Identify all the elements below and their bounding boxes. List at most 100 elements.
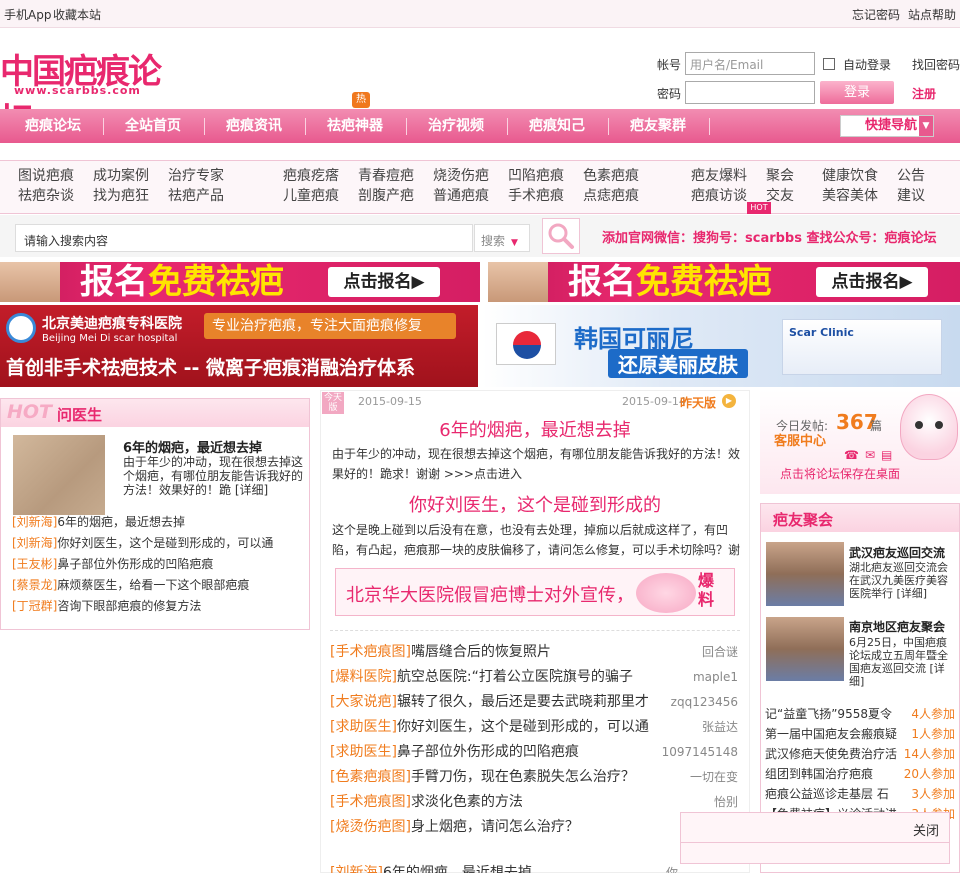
signup-text[interactable]: 第一届中国疤友会瘢痕疑 xyxy=(765,727,897,741)
nav-item-forum[interactable]: 疤痕论坛 xyxy=(10,109,96,143)
alert-banner[interactable]: 北京华大医院假冒疤博士对外宣传， 爆料 xyxy=(335,568,735,616)
thread-title[interactable]: 求淡化色素的方法 xyxy=(411,794,523,810)
doctor-tag[interactable]: [蔡景龙] xyxy=(12,578,57,592)
nav-item-friends[interactable]: 疤痕知己 xyxy=(514,109,600,143)
meetup-event-title[interactable]: 南京地区疤友聚会 xyxy=(849,618,957,635)
thread-tag[interactable]: [手术疤痕图] xyxy=(330,794,411,810)
thread-title[interactable]: 鼻子部位外伤形成的凹陷疤痕 xyxy=(397,744,579,760)
list-item[interactable]: 组团到韩国治疗疤痕 20人参加 xyxy=(765,764,957,784)
thread-author[interactable]: maple1 xyxy=(693,665,738,690)
bookmark-link[interactable]: 收藏本站 xyxy=(53,6,101,23)
thread-author[interactable]: 你 xyxy=(666,862,678,873)
question-featured-title[interactable]: 6年的烟疤，最近想去掉 xyxy=(123,437,303,456)
cat-link[interactable]: 健康饮食 xyxy=(822,166,892,186)
list-item[interactable]: [丁冠群]咨询下眼部疤痕的修复方法 xyxy=(12,596,302,617)
thread-title[interactable]: 手臂刀伤，现在色素脱失怎么治疗？ xyxy=(411,769,635,785)
cat-link[interactable]: 治疗专家 xyxy=(168,166,238,186)
question-text[interactable]: 6年的烟疤，最近想去掉 xyxy=(57,515,185,529)
table-row[interactable]: [求助医生]你好刘医生，这个是碰到形成的，可以通 张益达 xyxy=(330,715,740,740)
table-row[interactable]: [大家说疤]辗转了很久，最后还是要去武晓莉那里才 zqq123456 xyxy=(330,690,740,715)
signup-cta-button[interactable]: 点击报名▶ xyxy=(816,267,928,297)
list-item[interactable]: 疤痕公益巡诊走基层 石 3人参加 xyxy=(765,784,957,804)
search-type-select[interactable]: 搜索 ▼ xyxy=(474,224,530,252)
list-item[interactable]: 记“益童飞扬”9558夏令 4人参加 xyxy=(765,704,957,724)
cat-link[interactable]: 烧烫伤疤 xyxy=(433,166,503,186)
thread-author[interactable]: 1097145148 xyxy=(662,740,738,765)
thread-tag[interactable]: [爆料医院] xyxy=(330,669,397,685)
thread-title[interactable]: 嘴唇缝合后的恢复照片 xyxy=(411,644,551,660)
list-item[interactable]: [刘新海]你好刘医生，这个是碰到形成的，可以通 xyxy=(12,533,302,554)
meidi-hospital-banner[interactable]: 北京美迪疤痕专科医院 Beijing Mei Di scar hospital … xyxy=(0,305,478,387)
table-row[interactable]: [爆料医院]航空总医院:“打着公立医院旗号的骗子 maple1 xyxy=(330,665,740,690)
thread-tag[interactable]: [刘新海] xyxy=(330,865,383,873)
table-row[interactable]: [手术疤痕图]求淡化色素的方法 怡别 xyxy=(330,790,740,815)
quick-nav-dropdown[interactable]: 快捷导航 ▼ xyxy=(840,115,934,137)
cat-link[interactable]: 手术疤痕 xyxy=(508,186,578,206)
site-logo[interactable]: 中国疤痕论坛 www.scarbbs.com xyxy=(0,44,175,141)
signup-cta-button[interactable]: 点击报名▶ xyxy=(328,267,440,297)
thread-author[interactable]: 回合谜 xyxy=(702,640,738,665)
register-link[interactable]: 注册 xyxy=(912,85,936,102)
cat-link[interactable]: 疤友爆料 xyxy=(691,166,761,186)
thread-tag[interactable]: [烧烫伤疤图] xyxy=(330,819,411,835)
cat-link[interactable]: 凹陷疤痕 xyxy=(508,166,578,186)
mobile-app-link[interactable]: 手机App xyxy=(4,6,51,23)
service-center-link[interactable]: 客服中心 xyxy=(774,430,826,449)
cat-link[interactable]: 疤痕疙瘩 xyxy=(283,166,353,186)
cat-link[interactable]: 祛疤杂谈 xyxy=(18,186,88,206)
cat-link[interactable]: 找为疤狂 xyxy=(93,186,163,206)
signup-text[interactable]: 记“益童飞扬”9558夏令 xyxy=(765,707,892,721)
save-desktop-link[interactable]: 点击将论坛保存在桌面 xyxy=(780,465,900,482)
cat-link[interactable]: 色素疤痕 xyxy=(583,166,653,186)
list-item[interactable]: [刘新海]6年的烟疤，最近想去掉 xyxy=(12,512,302,533)
auto-login-checkbox[interactable] xyxy=(823,58,835,70)
forgot-password-link[interactable]: 忘记密码 xyxy=(852,6,900,23)
thread-author[interactable]: 一切在变 xyxy=(690,765,738,790)
cat-link[interactable]: 点痣疤痕 xyxy=(583,186,653,206)
doctor-tag[interactable]: [丁冠群] xyxy=(12,599,57,613)
yesterday-link[interactable]: 昨天版 xyxy=(680,394,716,411)
signup-banner-right[interactable]: 报名免费祛疤 点击报名▶ xyxy=(488,262,960,302)
featured-post-2-title[interactable]: 你好刘医生，这个是碰到形成的 xyxy=(320,491,750,517)
nav-item-tools[interactable]: 祛疤神器 xyxy=(312,109,398,143)
signup-text[interactable]: 疤痕公益巡诊走基层 石 xyxy=(765,787,889,801)
thread-title[interactable]: 身上烟疤，请问怎么治疗？ xyxy=(411,819,579,835)
meetup-photo[interactable] xyxy=(766,617,844,681)
cat-link[interactable]: 成功案例 xyxy=(93,166,163,186)
cat-link[interactable]: 美容美体 xyxy=(822,186,892,206)
table-row[interactable]: [色素疤痕图]手臂刀伤，现在色素脱失怎么治疗？ 一切在变 xyxy=(330,765,740,790)
thread-author[interactable]: zqq123456 xyxy=(671,690,738,715)
password-input[interactable] xyxy=(685,81,815,104)
cat-link[interactable]: 聚会 xyxy=(766,166,816,186)
popup-close-button[interactable]: 关闭 xyxy=(913,820,939,839)
account-input[interactable]: 用户名/Email xyxy=(685,52,815,75)
cat-link[interactable]: 公告 xyxy=(897,166,957,186)
thread-tag[interactable]: [手术疤痕图] xyxy=(330,644,411,660)
nav-item-groups[interactable]: 疤友聚群 xyxy=(615,109,701,143)
search-button[interactable] xyxy=(542,218,580,254)
help-link[interactable]: 站点帮助 xyxy=(908,6,956,23)
cat-link[interactable]: 图说疤痕 xyxy=(18,166,88,186)
list-item[interactable]: [蔡景龙]麻烦蔡医生，给看一下这个眼部疤痕 xyxy=(12,575,302,596)
thread-author[interactable]: 张益达 xyxy=(702,715,738,740)
nav-item-news[interactable]: 疤痕资讯 xyxy=(211,109,297,143)
table-row[interactable]: [手术疤痕图]嘴唇缝合后的恢复照片 回合谜 xyxy=(330,640,740,665)
question-text[interactable]: 咨询下眼部疤痕的修复方法 xyxy=(57,599,201,613)
thread-title[interactable]: 6年的烟疤，最近想去掉 xyxy=(383,865,532,873)
thread-tag[interactable]: [求助医生] xyxy=(330,744,397,760)
cat-link[interactable]: 剖腹产疤 xyxy=(358,186,428,206)
cat-link[interactable]: 祛疤产品 xyxy=(168,186,238,206)
signup-text[interactable]: 组团到韩国治疗疤痕 xyxy=(765,767,873,781)
list-item[interactable]: [王友彬]鼻子部位外伤形成的凹陷疤痕 xyxy=(12,554,302,575)
doctor-tag[interactable]: [刘新海] xyxy=(12,536,57,550)
question-text[interactable]: 你好刘医生，这个是碰到形成的，可以通 xyxy=(57,536,273,550)
mail-icon[interactable]: ✉ xyxy=(865,448,875,462)
cat-link[interactable]: 儿童疤痕 xyxy=(283,186,353,206)
thread-tag[interactable]: [色素疤痕图] xyxy=(330,769,411,785)
search-input[interactable]: 请输入搜索内容 xyxy=(15,224,473,252)
list-item[interactable]: 第一届中国疤友会瘢痕疑 1人参加 xyxy=(765,724,957,744)
arrow-right-icon[interactable]: ▶ xyxy=(722,394,736,408)
doctor-tag[interactable]: [刘新海] xyxy=(12,515,57,529)
thread-title[interactable]: 辗转了很久，最后还是要去武晓莉那里才 xyxy=(397,694,649,710)
cat-link[interactable]: 青春痘疤 xyxy=(358,166,428,186)
